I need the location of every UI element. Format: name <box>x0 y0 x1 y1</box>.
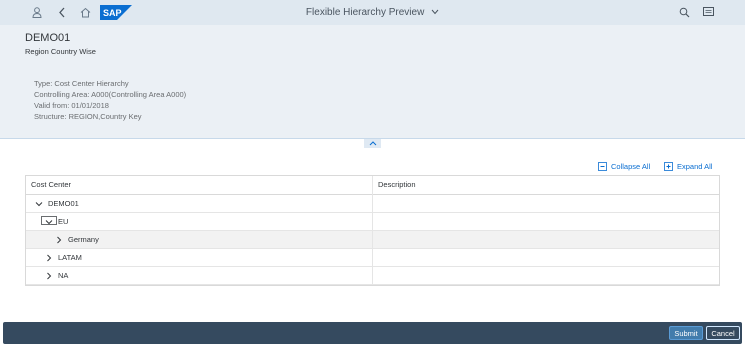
expand-toggle-icon[interactable] <box>35 200 43 208</box>
collapse-header-button[interactable] <box>364 139 381 148</box>
row-label: Germany <box>68 235 99 244</box>
row-label: NA <box>58 271 69 280</box>
search-icon[interactable] <box>677 5 691 19</box>
row-label: DEMO01 <box>48 199 79 208</box>
attribute-structure: Structure: REGION,Country Key <box>34 112 142 121</box>
shell-bar: SAP Flexible Hierarchy Preview <box>0 0 745 25</box>
column-header-cost-center[interactable]: Cost Center <box>31 180 71 189</box>
expand-all-button[interactable]: Expand All <box>664 160 712 172</box>
collapse-all-button[interactable]: Collapse All <box>598 160 650 172</box>
expand-toggle-icon[interactable] <box>45 254 53 262</box>
collapse-all-icon <box>598 161 607 171</box>
expand-toggle-icon[interactable] <box>55 236 63 244</box>
expand-all-label: Expand All <box>677 161 713 171</box>
column-divider <box>372 176 373 285</box>
object-header: DEMO01 Region Country Wise Type: Cost Ce… <box>0 25 745 138</box>
collapse-all-label: Collapse All <box>611 161 651 171</box>
expand-toggle-icon[interactable] <box>45 272 53 280</box>
expand-all-icon <box>664 161 673 171</box>
chevron-up-icon <box>369 141 376 146</box>
row-label: EU <box>58 217 69 226</box>
column-header-description[interactable]: Description <box>378 180 416 189</box>
submit-button[interactable]: Submit <box>669 326 703 340</box>
attribute-controlling-area: Controlling Area: A000(Controlling Area … <box>34 90 187 99</box>
cancel-button[interactable]: Cancel <box>706 326 740 340</box>
hierarchy-tree-table: Cost Center Description DEMO01 EU German… <box>25 175 720 286</box>
chevron-down-icon <box>431 7 439 18</box>
app-title-text: Flexible Hierarchy Preview <box>305 7 425 19</box>
expand-toggle-icon[interactable] <box>45 218 53 226</box>
header-attributes: Type: Cost Center Hierarchy Controlling … <box>34 78 186 122</box>
app-title[interactable]: Flexible Hierarchy Preview <box>0 7 745 18</box>
page-title: DEMO01 <box>25 32 71 44</box>
footer-toolbar <box>3 322 742 344</box>
notifications-icon[interactable] <box>701 5 715 19</box>
attribute-valid-from: Valid from: 01/01/2018 <box>34 101 109 110</box>
page-subtitle: Region Country Wise <box>25 47 96 56</box>
row-label: LATAM <box>58 253 82 262</box>
attribute-type: Type: Cost Center Hierarchy <box>34 79 129 88</box>
